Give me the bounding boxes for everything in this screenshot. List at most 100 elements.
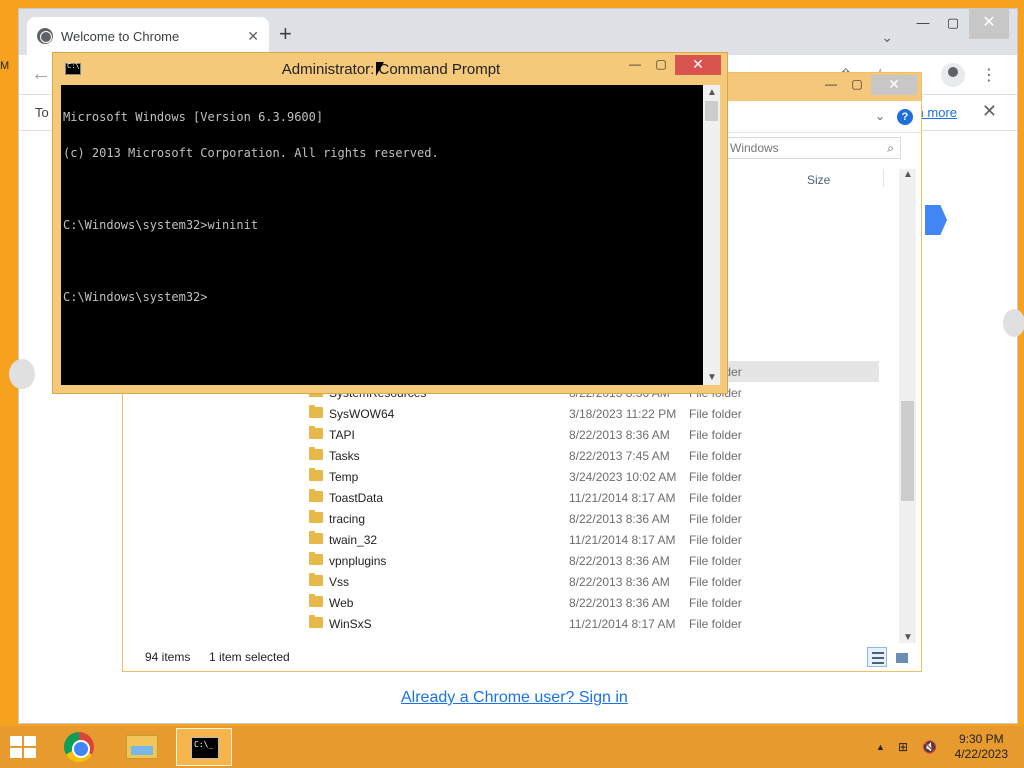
globe-icon [37, 28, 53, 44]
infobar-learn-more-link[interactable]: n more [917, 105, 957, 120]
table-row[interactable]: WinSxS 11/21/2014 8:17 AM File folder [303, 613, 879, 634]
folder-icon [126, 735, 158, 759]
column-header-size[interactable]: Size [807, 173, 830, 187]
folder-icon [309, 594, 323, 607]
status-selection: 1 item selected [209, 650, 290, 664]
cmd-minimize-button[interactable]: — [621, 55, 649, 75]
cmd-maximize-button[interactable]: ▢ [647, 55, 675, 75]
large-icons-view-icon[interactable] [891, 647, 911, 667]
cell-type: File folder [689, 554, 742, 568]
chevron-down-icon[interactable]: ⌄ [875, 109, 885, 123]
infobar-close-icon[interactable]: ✕ [982, 101, 997, 122]
network-icon[interactable]: ⊞ [898, 740, 908, 754]
table-row[interactable]: Web 8/22/2013 8:36 AM File folder [303, 592, 879, 613]
folder-icon [309, 531, 323, 544]
volume-muted-icon[interactable]: 🔇 [922, 740, 937, 754]
tab-close-icon[interactable]: ✕ [247, 28, 259, 45]
cell-date: 3/18/2023 11:22 PM [569, 407, 677, 421]
cell-date: 3/24/2023 10:02 AM [569, 470, 677, 484]
cmd-icon [191, 737, 219, 759]
folder-icon [309, 552, 323, 565]
folder-icon [309, 615, 323, 628]
tab-search-icon[interactable]: ⌄ [881, 29, 893, 46]
infobar-text: To [35, 105, 49, 120]
scroll-up-icon[interactable]: ▲ [707, 87, 717, 98]
explorer-minimize-button[interactable]: — [817, 75, 845, 95]
cell-name: Vss [329, 575, 350, 589]
explorer-maximize-button[interactable]: ▢ [843, 75, 871, 95]
chrome-tab-bar: Welcome to Chrome ✕ + ⌄ — ▢ ✕ [19, 9, 1017, 55]
console-line: Microsoft Windows [Version 6.3.9600] [63, 110, 324, 124]
cell-date: 8/22/2013 8:36 AM [569, 512, 670, 526]
status-item-count: 94 items [145, 650, 191, 664]
cell-type: File folder [689, 407, 742, 421]
cmd-close-button[interactable]: ✕ [675, 55, 721, 75]
decorative-grey-shape [9, 359, 35, 389]
help-icon[interactable]: ? [897, 109, 913, 125]
table-row[interactable]: tracing 8/22/2013 8:36 AM File folder [303, 508, 879, 529]
taskbar: ▲ ⊞ 🔇 9:30 PM 4/22/2023 [0, 726, 1024, 768]
console-line: (c) 2013 Microsoft Corporation. All righ… [63, 146, 439, 160]
table-row[interactable]: Temp 3/24/2023 10:02 AM File folder [303, 466, 879, 487]
scrollbar-thumb[interactable] [705, 101, 718, 121]
cell-type: File folder [689, 470, 742, 484]
scrollbar-thumb[interactable] [901, 401, 914, 501]
folder-icon [309, 573, 323, 586]
cell-name: Web [329, 596, 354, 610]
clock-time: 9:30 PM [958, 732, 1004, 746]
folder-icon [309, 468, 323, 481]
taskbar-file-explorer-button[interactable] [114, 728, 170, 766]
explorer-scrollbar[interactable]: ▲ ▼ [899, 169, 916, 643]
scroll-down-icon[interactable]: ▼ [707, 372, 717, 383]
tray-chevron-icon[interactable]: ▲ [876, 742, 885, 752]
scroll-down-icon[interactable]: ▼ [903, 632, 913, 643]
details-view-icon[interactable] [867, 647, 887, 667]
cell-date: 11/21/2014 8:17 AM [569, 491, 676, 505]
console-line: C:\Windows\system32>wininit [63, 218, 259, 232]
cell-type: File folder [689, 512, 742, 526]
cell-date: 8/22/2013 8:36 AM [569, 554, 670, 568]
explorer-status-bar: 94 items 1 item selected [123, 645, 921, 671]
chrome-maximize-button[interactable]: ▢ [933, 9, 973, 39]
cell-type: File folder [689, 617, 742, 631]
sign-in-link[interactable]: Already a Chrome user? Sign in [401, 689, 628, 707]
cell-date: 8/22/2013 7:45 AM [569, 449, 670, 463]
menu-icon[interactable]: ⋮ [981, 65, 997, 85]
new-tab-button[interactable]: + [279, 23, 292, 45]
table-row[interactable]: Tasks 8/22/2013 7:45 AM File folder [303, 445, 879, 466]
start-button-windows-icon[interactable] [10, 736, 38, 760]
scroll-up-icon[interactable]: ▲ [903, 169, 913, 180]
cell-type: File folder [689, 596, 742, 610]
cell-name: twain_32 [329, 533, 378, 547]
tab-welcome-to-chrome[interactable]: Welcome to Chrome ✕ [27, 17, 269, 55]
cell-date: 11/21/2014 8:17 AM [569, 533, 676, 547]
cmd-console-output[interactable]: Microsoft Windows [Version 6.3.9600] (c)… [61, 85, 703, 385]
column-separator[interactable] [883, 169, 884, 187]
table-row[interactable]: vpnplugins 8/22/2013 8:36 AM File folder [303, 550, 879, 571]
folder-icon [309, 405, 323, 418]
cell-type: File folder [689, 575, 742, 589]
cell-name: Tasks [329, 449, 360, 463]
search-input[interactable]: rch Windows ⌕ [701, 137, 901, 159]
profile-avatar-icon[interactable] [941, 63, 965, 87]
taskbar-chrome-button[interactable] [52, 728, 108, 766]
search-icon[interactable]: ⌕ [887, 141, 894, 156]
table-row[interactable]: twain_32 11/21/2014 8:17 AM File folder [303, 529, 879, 550]
back-arrow-icon[interactable]: ← [31, 63, 51, 86]
table-row[interactable]: ToastData 11/21/2014 8:17 AM File folder [303, 487, 879, 508]
taskbar-clock[interactable]: 9:30 PM 4/22/2023 [955, 732, 1008, 762]
table-row[interactable]: TAPI 8/22/2013 8:36 AM File folder [303, 424, 879, 445]
taskbar-command-prompt-button[interactable] [176, 728, 232, 766]
table-row[interactable]: SysWOW64 3/18/2023 11:22 PM File folder [303, 403, 879, 424]
explorer-close-button[interactable]: ✕ [871, 75, 917, 95]
table-row[interactable]: Vss 8/22/2013 8:36 AM File folder [303, 571, 879, 592]
cmd-scrollbar[interactable]: ▲ ▼ [703, 85, 720, 385]
cell-name: ToastData [329, 491, 384, 505]
cell-name: vpnplugins [329, 554, 387, 568]
cell-type: File folder [689, 491, 742, 505]
chrome-close-button[interactable]: ✕ [969, 9, 1009, 39]
cell-type: File folder [689, 428, 742, 442]
cell-date: 8/22/2013 8:36 AM [569, 428, 670, 442]
